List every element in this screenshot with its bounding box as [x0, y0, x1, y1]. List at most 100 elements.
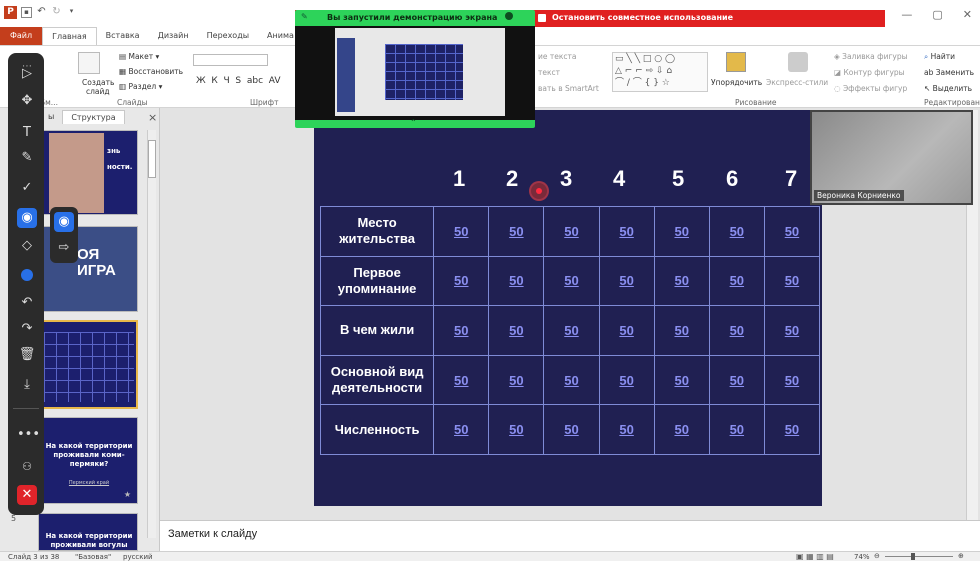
font-name-dropdown[interactable]: [193, 54, 268, 66]
slide-thumbnail-3[interactable]: [38, 320, 138, 409]
minimize-button[interactable]: —: [901, 8, 912, 21]
speaker-notes-field[interactable]: Заметки к слайду: [160, 520, 980, 551]
check-tool-icon[interactable]: ✓: [17, 178, 37, 198]
zoom-slider-thumb[interactable]: [911, 553, 915, 560]
collapse-preview-icon[interactable]: ⌃: [410, 118, 417, 127]
undo-icon[interactable]: ↶: [36, 7, 47, 18]
close-icon[interactable]: ✕: [17, 485, 37, 505]
color-picker-icon[interactable]: [17, 265, 37, 285]
shape-fill-button[interactable]: ◈ Заливка фигуры: [834, 52, 908, 61]
point-value-link[interactable]: 50: [708, 354, 765, 406]
redo-icon[interactable]: ↻: [51, 7, 62, 18]
point-value-link[interactable]: 50: [763, 354, 821, 406]
close-button[interactable]: ✕: [963, 8, 972, 21]
point-value-link[interactable]: 50: [763, 206, 821, 257]
pointer-tool-icon[interactable]: ▷: [17, 64, 37, 84]
shapes-gallery[interactable]: ▭ ╲ ╲ □ ○ ◯ △ ⌐ ⌐ ⇨ ⇩ ⌂ ⌒ ∕ ⌒ { } ☆: [612, 52, 708, 92]
point-value-link[interactable]: 50: [488, 305, 545, 356]
align-text-button[interactable]: текст: [538, 68, 560, 77]
pen-tool-icon[interactable]: ✎: [17, 148, 37, 168]
trash-icon[interactable]: 🗑: [17, 345, 37, 365]
point-value-link[interactable]: 50: [433, 305, 490, 356]
stop-share-icon[interactable]: [538, 14, 546, 22]
font-format-buttons[interactable]: Ж К Ч S abc AV: [196, 76, 281, 86]
new-slide-button-line2[interactable]: слайд: [86, 87, 110, 96]
view-buttons[interactable]: ▣ ▦ ▥ ▤: [796, 552, 834, 561]
new-slide-icon[interactable]: [78, 52, 100, 74]
zoom-out-button[interactable]: ⊖: [874, 552, 880, 560]
point-value-link[interactable]: 50: [598, 305, 655, 356]
point-value-link[interactable]: 50: [598, 404, 655, 455]
tab-design[interactable]: Дизайн: [149, 27, 198, 45]
point-value-link[interactable]: 50: [433, 354, 490, 406]
point-value-link[interactable]: 50: [708, 255, 765, 307]
point-value-link[interactable]: 50: [543, 354, 600, 406]
undo-icon[interactable]: ↶: [17, 293, 37, 313]
text-direction-button[interactable]: ие текста: [538, 52, 576, 61]
arrange-button[interactable]: Упорядочить: [711, 78, 762, 87]
point-value-link[interactable]: 50: [598, 255, 655, 307]
point-value-link[interactable]: 50: [653, 206, 710, 257]
point-value-link[interactable]: 50: [488, 354, 545, 406]
point-value-link[interactable]: 50: [653, 255, 710, 307]
point-value-link[interactable]: 50: [763, 305, 821, 356]
point-value-link[interactable]: 50: [653, 305, 710, 356]
download-icon[interactable]: ⤓: [17, 375, 37, 395]
quick-styles-button[interactable]: Экспресс-стили: [766, 78, 828, 87]
shape-outline-button[interactable]: ◪ Контур фигуры: [834, 68, 905, 77]
slide-thumbnail-4[interactable]: На какой территории проживали коми-пермя…: [38, 417, 138, 504]
stop-share-button[interactable]: Остановить совместное использование: [552, 13, 733, 22]
point-value-link[interactable]: 50: [653, 354, 710, 406]
zoom-slider[interactable]: [885, 556, 953, 557]
replace-button[interactable]: ab Заменить: [924, 68, 974, 77]
layout-button[interactable]: ▤ Макет ▾: [119, 52, 159, 61]
convert-smartart-button[interactable]: вать в SmartArt: [538, 84, 599, 93]
point-value-link[interactable]: 50: [433, 255, 490, 307]
customize-qat-icon[interactable]: ▾: [66, 7, 77, 18]
arrow-icon[interactable]: ⇨: [54, 238, 74, 258]
tab-file[interactable]: Файл: [0, 27, 43, 45]
zoom-in-button[interactable]: ⊕: [958, 552, 964, 560]
point-value-link[interactable]: 50: [433, 404, 490, 455]
save-icon[interactable]: ▪: [21, 7, 32, 18]
select-button[interactable]: ↖ Выделить: [924, 84, 972, 93]
point-value-link[interactable]: 50: [763, 255, 821, 307]
tab-home[interactable]: Главная: [42, 27, 97, 45]
point-value-link[interactable]: 50: [488, 404, 545, 455]
new-slide-button[interactable]: Создать: [82, 78, 114, 87]
point-value-link[interactable]: 50: [543, 206, 600, 257]
point-value-link[interactable]: 50: [708, 305, 765, 356]
restore-button[interactable]: ▢: [932, 8, 942, 21]
point-value-link[interactable]: 50: [708, 404, 765, 455]
point-value-link[interactable]: 50: [543, 404, 600, 455]
tab-transitions[interactable]: Переходы: [198, 27, 258, 45]
tab-insert[interactable]: Вставка: [97, 27, 149, 45]
point-value-link[interactable]: 50: [708, 206, 765, 257]
panel-close-button[interactable]: ×: [148, 111, 157, 124]
panel-scrollbar[interactable]: [147, 130, 156, 538]
point-value-link[interactable]: 50: [598, 354, 655, 406]
find-button[interactable]: ⌕ Найти: [924, 52, 955, 62]
point-value-link[interactable]: 50: [433, 206, 490, 257]
point-value-link[interactable]: 50: [763, 404, 821, 455]
zoom-level[interactable]: 74%: [854, 553, 870, 561]
point-value-link[interactable]: 50: [488, 255, 545, 307]
tab-outline[interactable]: Структура: [62, 110, 125, 124]
slide-thumbnail-5[interactable]: На какой территории проживали вогулы: [38, 513, 138, 551]
eraser-tool-icon[interactable]: ◇: [17, 236, 37, 256]
shape-effects-button[interactable]: ◌ Эффекты фигур: [834, 84, 907, 93]
point-value-link[interactable]: 50: [488, 206, 545, 257]
point-value-link[interactable]: 50: [653, 404, 710, 455]
section-button[interactable]: ▥ Раздел ▾: [119, 82, 162, 91]
redo-icon[interactable]: ↷: [17, 319, 37, 339]
point-value-link[interactable]: 50: [543, 305, 600, 356]
text-tool-icon[interactable]: T: [17, 123, 37, 143]
reset-button[interactable]: ▦ Восстановить: [119, 67, 183, 76]
spotlight-icon[interactable]: ◉: [54, 212, 74, 232]
spotlight-tool-icon[interactable]: ◉: [17, 208, 37, 228]
more-options-icon[interactable]: •••: [17, 425, 40, 445]
point-value-link[interactable]: 50: [543, 255, 600, 307]
point-value-link[interactable]: 50: [598, 206, 655, 257]
language-indicator[interactable]: русский: [123, 553, 153, 561]
move-tool-icon[interactable]: ✥: [17, 91, 37, 111]
